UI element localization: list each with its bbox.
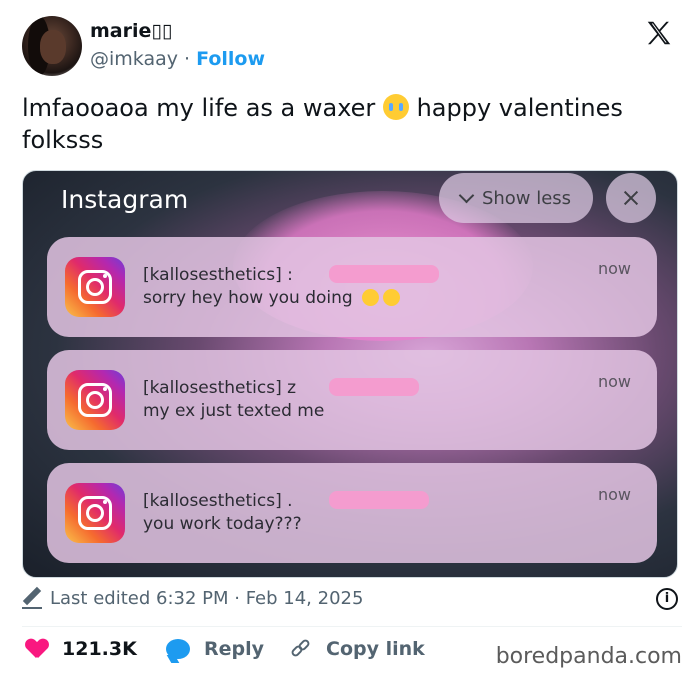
reply-label: Reply (204, 638, 265, 660)
notification-message: sorry hey how you doing (143, 288, 401, 308)
tweet-media-image[interactable]: Instagram Show less [kallosesthetics] : … (22, 170, 678, 578)
copy-link-label: Copy link (326, 638, 425, 660)
redaction-scribble (329, 378, 419, 396)
notification-sender: [kallosesthetics] : (143, 265, 293, 285)
notification-time: now (597, 259, 631, 278)
user-display-name[interactable]: marie▯▯ (90, 20, 172, 42)
watermark: boredpanda.com (495, 644, 682, 669)
separator-dot: · (184, 48, 191, 70)
app-group-title: Instagram (61, 185, 189, 214)
notification-card: [kallosesthetics] . you work today??? no… (47, 463, 657, 563)
notification-message: my ex just texted me (143, 401, 325, 421)
avatar[interactable] (22, 16, 82, 76)
x-logo-icon[interactable] (644, 18, 674, 48)
divider (22, 626, 682, 627)
instagram-app-icon (65, 257, 125, 317)
notification-card: [kallosesthetics] : sorry hey how you do… (47, 237, 657, 337)
redaction-scribble (329, 491, 429, 509)
weary-face-icon (362, 289, 380, 306)
heart-icon (26, 639, 48, 659)
instagram-app-icon (65, 370, 125, 430)
user-handle-line: @imkaay · Follow (90, 48, 265, 70)
info-icon[interactable]: i (656, 588, 678, 610)
show-less-label: Show less (481, 187, 572, 209)
notification-sender: [kallosesthetics] z (143, 378, 297, 398)
notification-card: [kallosesthetics] z my ex just texted me… (47, 350, 657, 450)
notification-time: now (597, 485, 631, 504)
notification-message-text: sorry hey how you doing (143, 288, 353, 308)
pencil-icon-base (22, 607, 42, 609)
reply-bubble-icon (166, 639, 190, 659)
follow-button[interactable]: Follow (196, 48, 265, 70)
like-button[interactable]: 121.3K (26, 638, 137, 660)
notification-sender: [kallosesthetics] . (143, 491, 293, 511)
user-handle[interactable]: @imkaay (90, 48, 178, 70)
link-icon (289, 637, 312, 660)
reply-button[interactable]: Reply (166, 638, 264, 660)
close-button (606, 173, 656, 223)
weary-face-icon (383, 289, 401, 306)
like-count: 121.3K (62, 638, 137, 660)
avatar-face (40, 30, 66, 64)
tweet-text-part-1: lmfaooaoa my life as a waxer (22, 94, 376, 122)
last-edited-timestamp[interactable]: Last edited 6:32 PM · Feb 14, 2025 (50, 588, 363, 609)
copy-link-button[interactable]: Copy link (289, 637, 425, 660)
chevron-down-icon (458, 187, 475, 203)
redaction-scribble (329, 265, 439, 283)
instagram-app-icon (65, 483, 125, 543)
notification-time: now (597, 372, 631, 391)
tweet-text: lmfaooaoa my life as a waxer happy valen… (22, 92, 682, 156)
tweet-header: marie▯▯ @imkaay · Follow (22, 14, 682, 78)
pencil-icon (22, 586, 42, 606)
tweet-meta: Last edited 6:32 PM · Feb 14, 2025 i (22, 586, 682, 614)
show-less-button: Show less (439, 173, 593, 223)
notification-message: you work today??? (143, 514, 302, 534)
loudly-crying-face-icon (382, 94, 409, 120)
